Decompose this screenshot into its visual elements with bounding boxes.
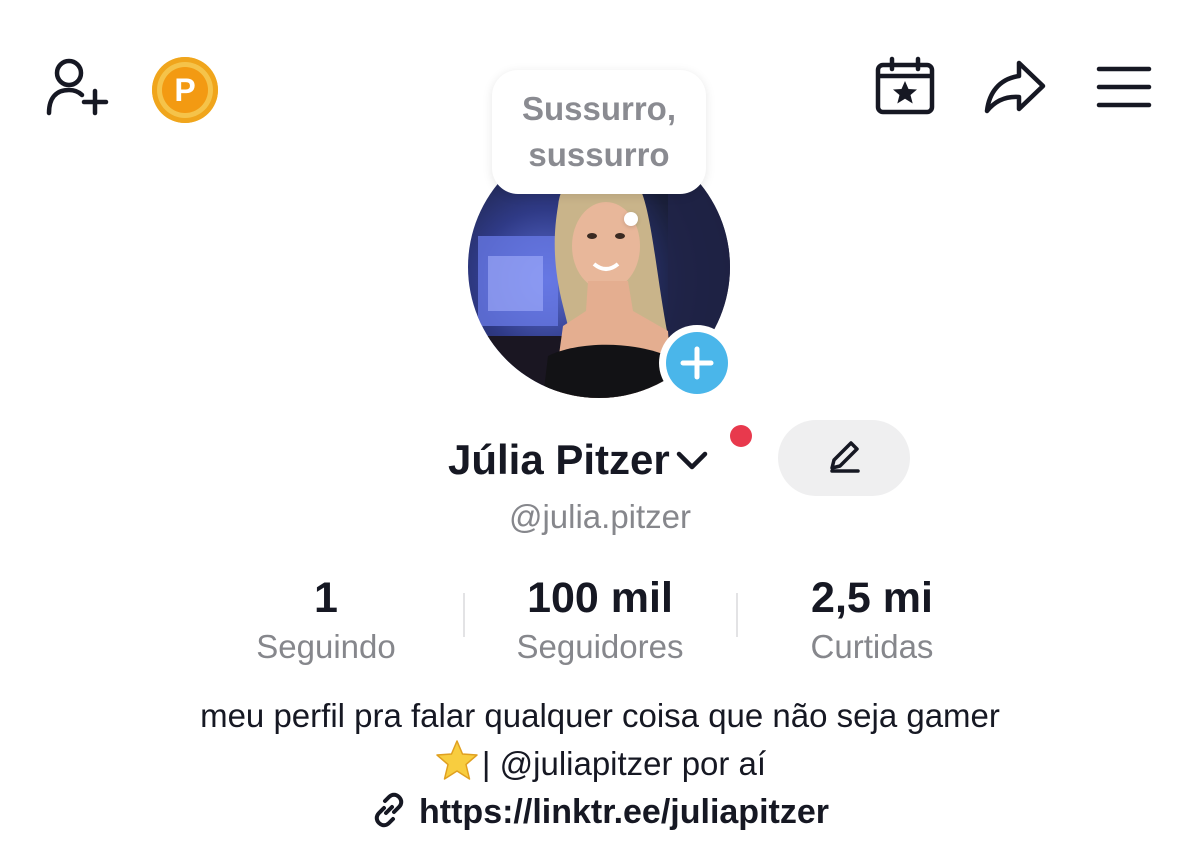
share-button[interactable]	[982, 58, 1048, 120]
bio-line-2-row: | @juliapitzer por aí	[0, 739, 1200, 793]
stat-following-value: 1	[314, 574, 338, 622]
notification-dot	[730, 425, 752, 447]
thought-bubble-text: Sussurro, sussurro	[521, 90, 677, 173]
add-friend-button[interactable]	[40, 55, 112, 121]
hamburger-menu-icon	[1096, 64, 1152, 115]
bio-line-2: | @juliapitzer por aí	[481, 745, 767, 782]
coin-letter: P	[174, 72, 196, 108]
plus-icon	[666, 332, 728, 394]
link-icon	[371, 792, 407, 833]
stat-followers-label: Seguidores	[516, 628, 684, 665]
share-arrow-icon	[983, 57, 1047, 122]
star-emoji-icon	[434, 739, 480, 793]
account-switcher[interactable]: Júlia Pitzer	[448, 428, 708, 492]
stat-divider	[736, 593, 738, 637]
stat-likes-label: Curtidas	[810, 628, 934, 665]
person-add-icon	[43, 55, 109, 122]
calendar-button[interactable]	[872, 56, 938, 121]
thought-bubble[interactable]: Sussurro, sussurro	[492, 70, 706, 194]
coin-button[interactable]: P	[152, 57, 218, 123]
chevron-down-icon	[676, 450, 708, 477]
thought-bubble-tail	[624, 212, 638, 226]
profile-name: Júlia Pitzer	[448, 436, 670, 483]
bio-link-text: https://linktr.ee/juliapitzer	[419, 793, 829, 831]
edit-profile-button[interactable]	[778, 420, 910, 496]
stat-likes-value: 2,5 mi	[811, 574, 933, 622]
pencil-icon	[826, 438, 862, 479]
bio-link[interactable]: https://linktr.ee/juliapitzer	[0, 788, 1200, 836]
calendar-star-icon	[874, 56, 936, 121]
stat-following-label: Seguindo	[256, 628, 396, 665]
bio-line-1: meu perfil pra falar qualquer coisa que …	[200, 697, 1000, 734]
add-avatar-button[interactable]	[659, 325, 735, 401]
stat-followers-value: 100 mil	[527, 574, 673, 622]
stat-likes[interactable]: 2,5 mi Curtidas	[772, 570, 972, 668]
stat-followers[interactable]: 100 mil Seguidores	[484, 570, 716, 668]
stat-divider	[463, 593, 465, 637]
profile-handle: @julia.pitzer	[508, 498, 692, 535]
stat-following[interactable]: 1 Seguindo	[226, 570, 426, 668]
menu-button[interactable]	[1094, 62, 1154, 116]
coin-icon: P	[162, 67, 208, 113]
